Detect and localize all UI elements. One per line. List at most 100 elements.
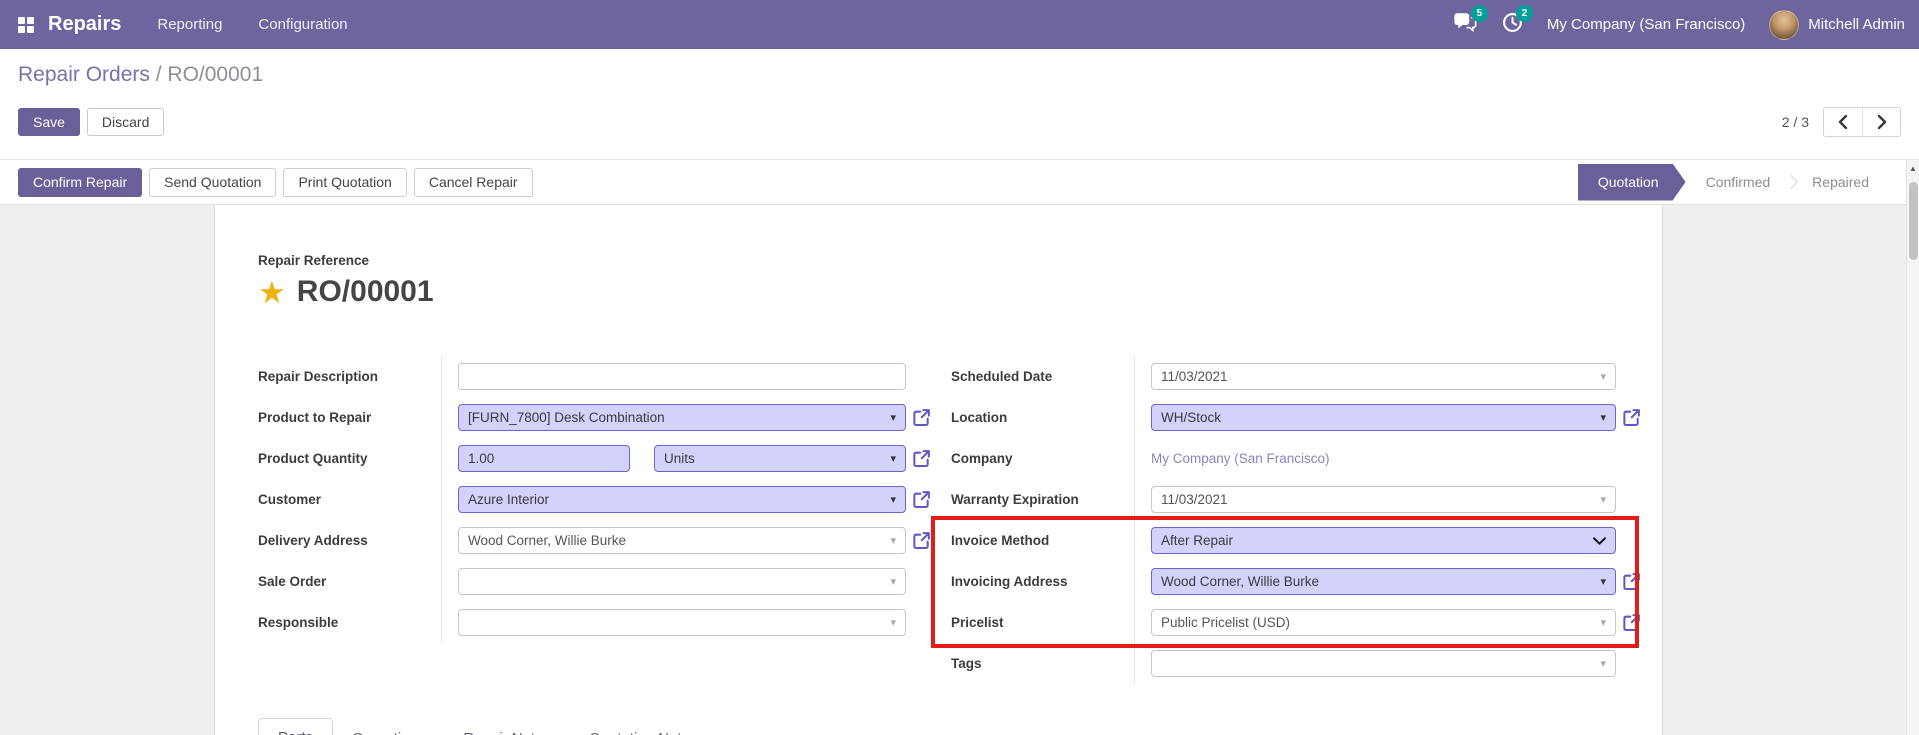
- cancel-repair-button[interactable]: Cancel Repair: [413, 167, 533, 197]
- pager-previous-button[interactable]: [1824, 108, 1862, 136]
- favorite-star-icon[interactable]: ★: [258, 277, 286, 308]
- repair-reference-label: Repair Reference: [258, 253, 370, 268]
- external-link-icon[interactable]: [912, 449, 931, 468]
- external-link-icon[interactable]: [1622, 572, 1641, 591]
- field-row-responsible: Responsible ▾: [258, 602, 931, 643]
- vertical-scrollbar[interactable]: ▲: [1906, 160, 1919, 735]
- save-button[interactable]: Save: [18, 108, 80, 136]
- field-row-invoice-method: Invoice Method After Repair: [951, 520, 1641, 561]
- breadcrumb-current: RO/00001: [167, 63, 264, 86]
- dropdown-caret-icon: ▾: [890, 617, 896, 629]
- status-steps: Quotation Confirmed Repaired: [1578, 164, 1889, 201]
- field-label: Delivery Address: [258, 533, 368, 548]
- breadcrumb: Repair Orders / RO/00001: [18, 59, 1901, 91]
- tags-input[interactable]: ▾: [1151, 650, 1616, 677]
- field-row-tags: Tags ▾: [951, 643, 1641, 684]
- select-chevron-icon: [1593, 536, 1606, 545]
- field-row-pricelist: Pricelist Public Pricelist (USD) ▾: [951, 602, 1641, 643]
- product-quantity-input[interactable]: 1.00: [458, 445, 630, 472]
- breadcrumb-parent-link[interactable]: Repair Orders: [18, 63, 150, 86]
- discard-button[interactable]: Discard: [86, 108, 165, 136]
- pricelist-input[interactable]: Public Pricelist (USD) ▾: [1151, 609, 1616, 636]
- dropdown-caret-icon: ▾: [890, 412, 896, 424]
- field-row-delivery-address: Delivery Address Wood Corner, Willie Bur…: [258, 520, 931, 561]
- dropdown-caret-icon: ▾: [1600, 494, 1606, 506]
- status-step-quotation[interactable]: Quotation: [1578, 164, 1686, 201]
- user-name: Mitchell Admin: [1808, 16, 1905, 33]
- company-link[interactable]: My Company (San Francisco): [1151, 451, 1330, 466]
- external-link-icon[interactable]: [912, 531, 931, 550]
- tab-operations[interactable]: Operations: [333, 720, 444, 735]
- field-label: Product to Repair: [258, 410, 372, 425]
- user-avatar: [1769, 9, 1800, 40]
- dropdown-caret-icon: ▾: [890, 576, 896, 588]
- external-link-icon[interactable]: [912, 490, 931, 509]
- dropdown-caret-icon: ▾: [1600, 617, 1606, 629]
- chevron-left-icon: [1838, 115, 1848, 129]
- tab-repair-notes[interactable]: Repair Notes: [444, 720, 570, 735]
- invoice-method-select[interactable]: After Repair: [1151, 527, 1616, 554]
- field-label: Pricelist: [951, 615, 1004, 630]
- field-row-customer: Customer Azure Interior ▾: [258, 479, 931, 520]
- dropdown-caret-icon: ▾: [890, 453, 896, 465]
- external-link-icon[interactable]: [912, 408, 931, 427]
- field-row-location: Location WH/Stock ▾: [951, 397, 1641, 438]
- field-row-repair-description: Repair Description: [258, 356, 931, 397]
- product-to-repair-input[interactable]: [FURN_7800] Desk Combination ▾: [458, 404, 906, 431]
- field-label: Location: [951, 410, 1008, 425]
- external-link-icon[interactable]: [1622, 613, 1641, 632]
- field-label: Tags: [951, 656, 982, 671]
- dropdown-caret-icon: ▾: [1600, 658, 1606, 670]
- field-label: Invoicing Address: [951, 574, 1068, 589]
- company-switcher[interactable]: My Company (San Francisco): [1547, 16, 1745, 33]
- product-uom-input[interactable]: Units ▾: [654, 445, 906, 472]
- scrollbar-thumb[interactable]: [1909, 182, 1918, 260]
- field-label: Sale Order: [258, 574, 327, 589]
- customer-input[interactable]: Azure Interior ▾: [458, 486, 906, 513]
- field-row-invoicing-address: Invoicing Address Wood Corner, Willie Bu…: [951, 561, 1641, 602]
- field-label: Repair Description: [258, 369, 379, 384]
- messages-count-badge: 5: [1470, 4, 1488, 22]
- invoicing-address-input[interactable]: Wood Corner, Willie Burke ▾: [1151, 568, 1616, 595]
- sale-order-input[interactable]: ▾: [458, 568, 906, 595]
- dropdown-caret-icon: ▾: [1600, 371, 1606, 383]
- field-row-warranty-expiration: Warranty Expiration 11/03/2021 ▾: [951, 479, 1641, 520]
- field-label: Company: [951, 451, 1013, 466]
- form-view: Repair Reference ★ RO/00001 Repair Descr…: [0, 205, 1919, 735]
- tab-quotation-notes[interactable]: Quotation Notes: [570, 720, 716, 735]
- notebook-tabs: Parts Operations Repair Notes Quotation …: [258, 718, 1662, 735]
- print-quotation-button[interactable]: Print Quotation: [283, 167, 407, 197]
- dropdown-caret-icon: ▾: [890, 535, 896, 547]
- external-link-icon[interactable]: [1622, 408, 1641, 427]
- field-label: Scheduled Date: [951, 369, 1053, 384]
- dropdown-caret-icon: ▾: [890, 494, 896, 506]
- tab-parts[interactable]: Parts: [258, 718, 334, 735]
- scheduled-date-input[interactable]: 11/03/2021 ▾: [1151, 363, 1616, 390]
- menu-reporting[interactable]: Reporting: [157, 16, 222, 33]
- app-title[interactable]: Repairs: [48, 13, 121, 36]
- pager-next-button[interactable]: [1862, 108, 1900, 136]
- menu-configuration[interactable]: Configuration: [258, 16, 347, 33]
- delivery-address-input[interactable]: Wood Corner, Willie Burke ▾: [458, 527, 906, 554]
- breadcrumb-separator: /: [149, 63, 168, 86]
- user-menu[interactable]: Mitchell Admin: [1769, 9, 1905, 40]
- location-input[interactable]: WH/Stock ▾: [1151, 404, 1616, 431]
- status-step-confirmed[interactable]: Confirmed: [1686, 174, 1791, 190]
- field-row-company: Company My Company (San Francisco): [951, 438, 1641, 479]
- activities-count-badge: 2: [1515, 4, 1533, 22]
- status-step-repaired[interactable]: Repaired: [1792, 174, 1889, 190]
- field-row-product-quantity: Product Quantity 1.00 Units ▾: [258, 438, 931, 479]
- control-panel: Repair Orders / RO/00001 Save Discard 2 …: [0, 49, 1919, 160]
- right-field-column: Scheduled Date 11/03/2021 ▾ Location WH/…: [931, 356, 1641, 684]
- responsible-input[interactable]: ▾: [458, 609, 906, 636]
- field-label: Responsible: [258, 615, 339, 630]
- repair-description-input[interactable]: [458, 363, 906, 390]
- confirm-repair-button[interactable]: Confirm Repair: [18, 167, 143, 197]
- scroll-up-icon[interactable]: ▲: [1907, 160, 1919, 176]
- warranty-expiration-input[interactable]: 11/03/2021 ▾: [1151, 486, 1616, 513]
- messages-icon[interactable]: 5: [1453, 4, 1488, 38]
- activities-clock-icon[interactable]: 2: [1502, 4, 1533, 38]
- send-quotation-button[interactable]: Send Quotation: [149, 167, 277, 197]
- apps-grid-icon[interactable]: [18, 16, 34, 33]
- field-row-sale-order: Sale Order ▾: [258, 561, 931, 602]
